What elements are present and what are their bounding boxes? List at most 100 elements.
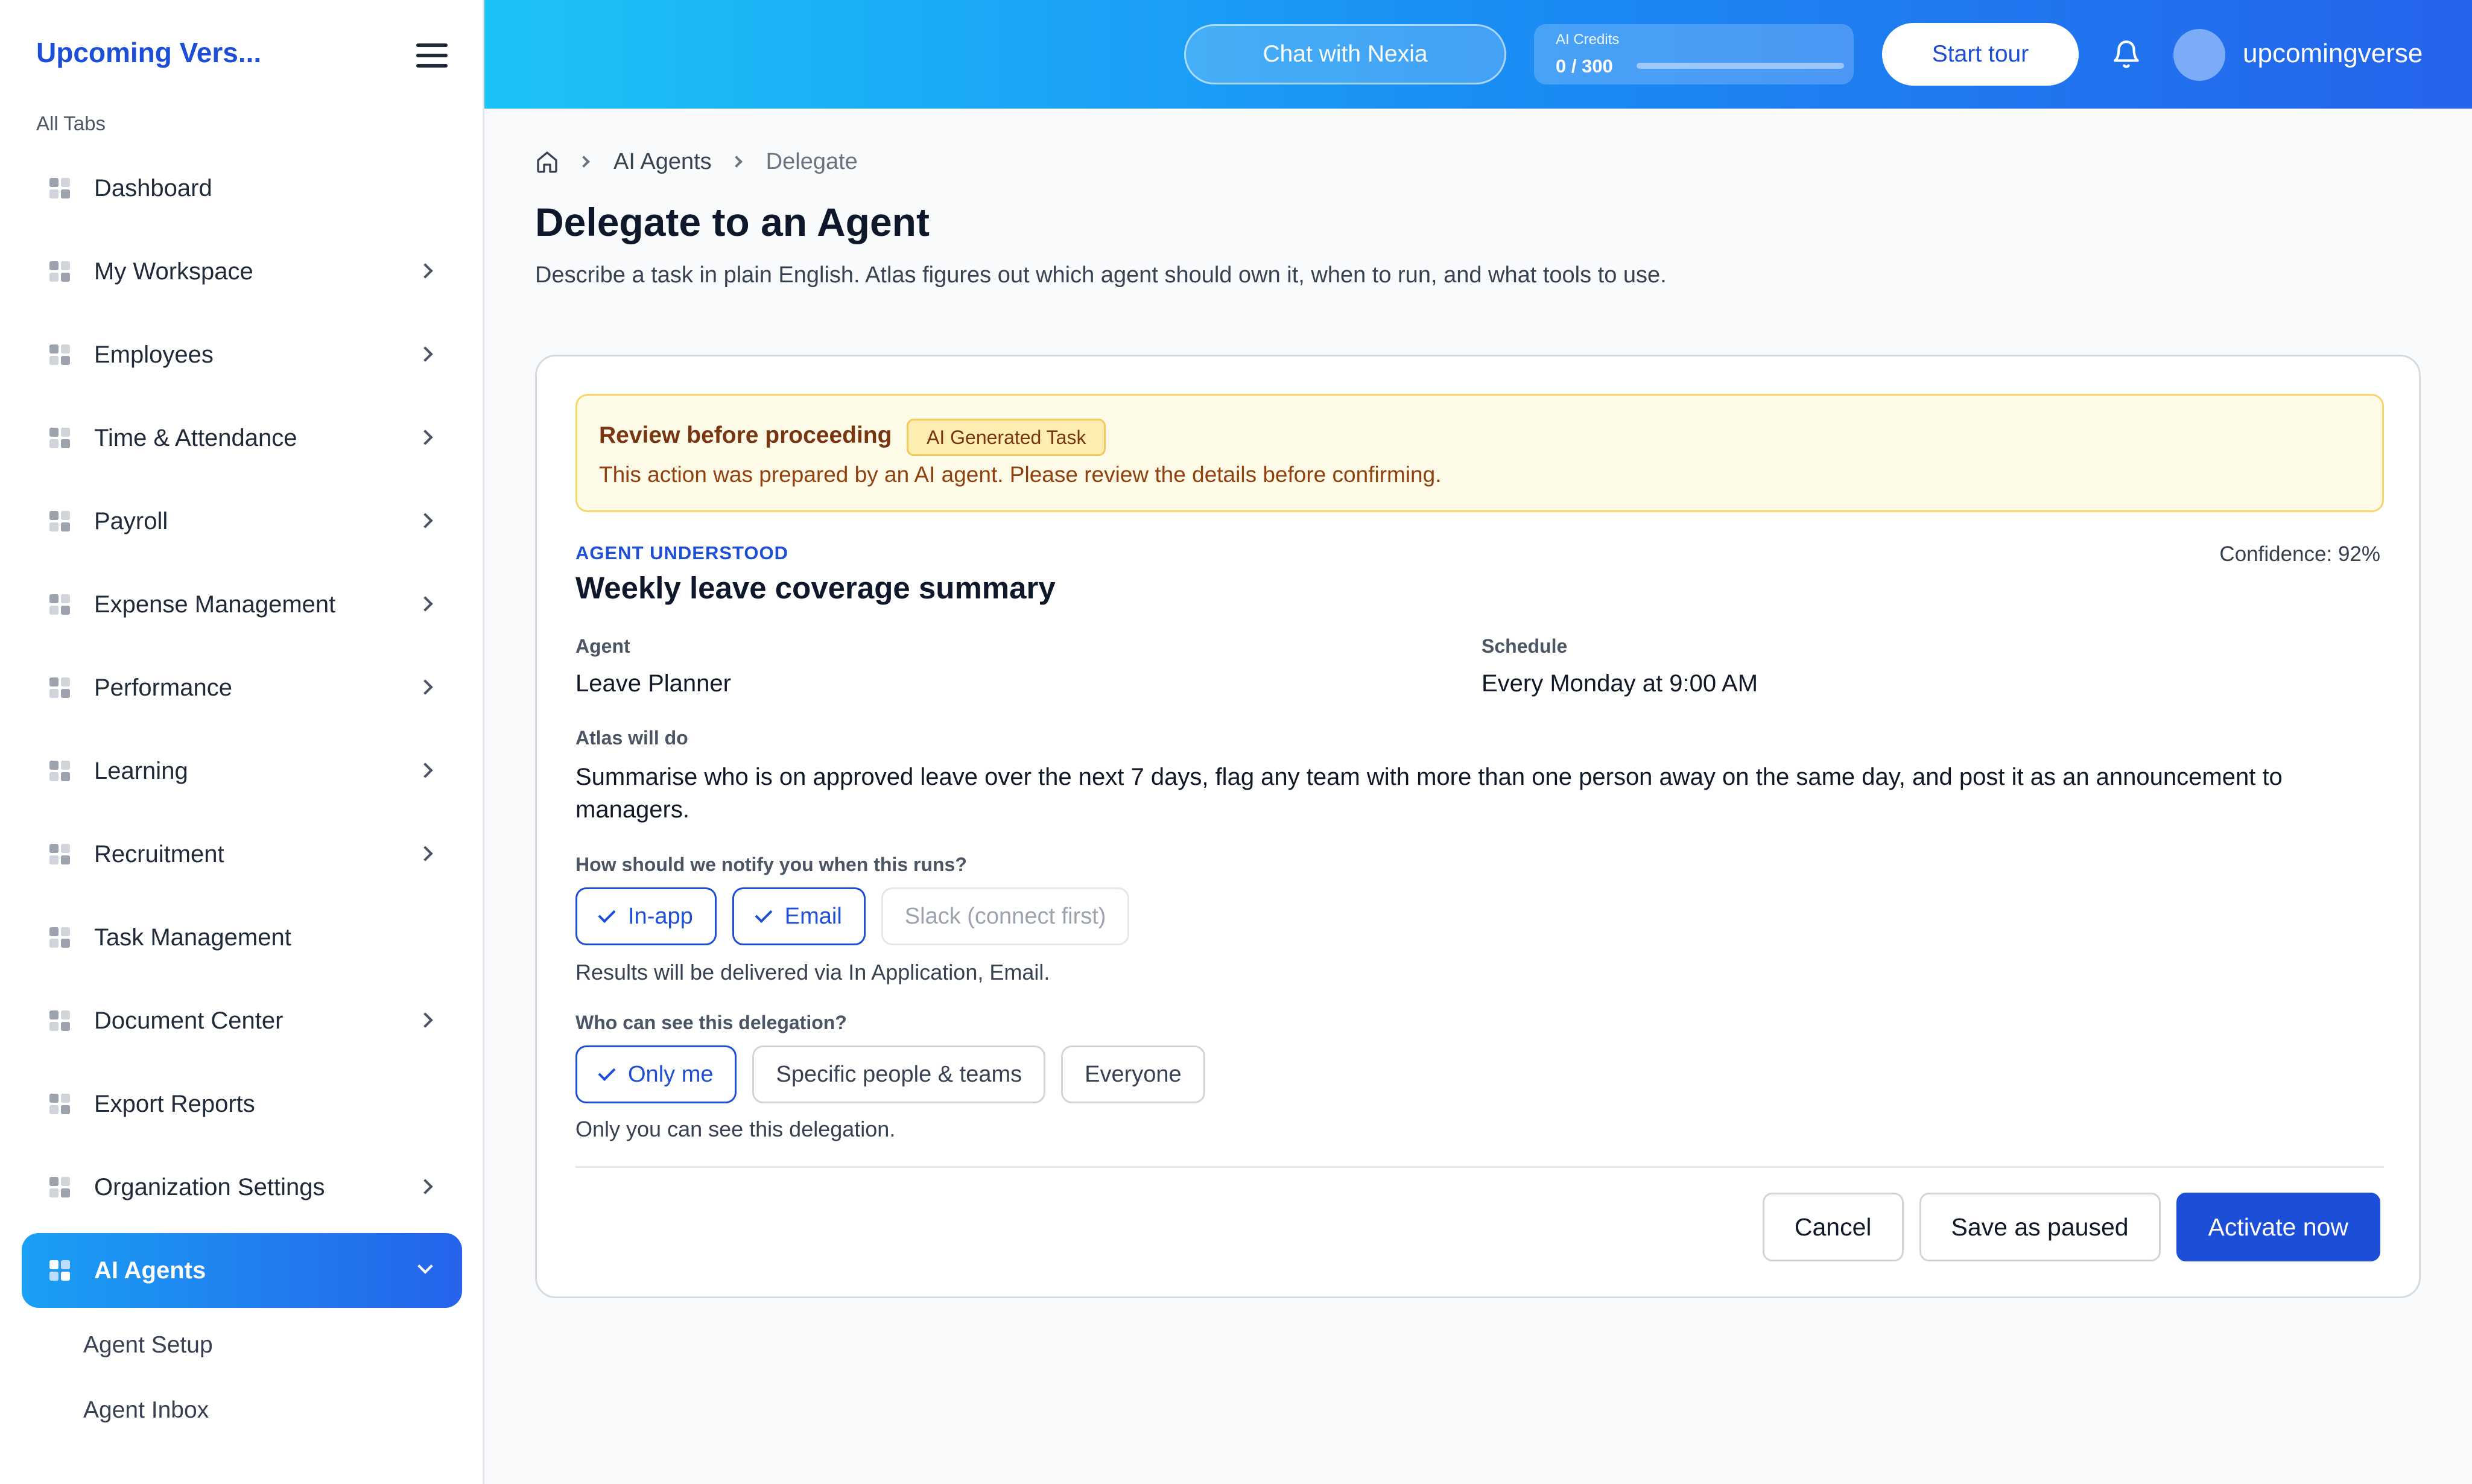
confidence-score: Confidence: 92% xyxy=(2219,542,2380,566)
chip-label: Email xyxy=(784,903,842,929)
chip-label: Specific people & teams xyxy=(776,1061,1022,1087)
divider xyxy=(575,1166,2384,1168)
review-text: This action was prepared by an AI agent.… xyxy=(599,462,1442,487)
page-title: Delegate to an Agent xyxy=(535,200,930,244)
sidebar-item-expense-management[interactable]: Expense Management xyxy=(22,567,462,642)
sidebar-item-label: Task Management xyxy=(94,924,291,951)
sidebar-item-time-attendance[interactable]: Time & Attendance xyxy=(22,401,462,475)
sidebar-item-label: AI Agents xyxy=(94,1257,206,1284)
notify-slack-chip: Slack (connect first) xyxy=(881,887,1130,945)
ai-credits-progress xyxy=(1637,63,1844,69)
sidebar-item-export-reports[interactable]: Export Reports xyxy=(22,1067,462,1141)
chevron-right-icon xyxy=(417,846,433,861)
visibility-question: Who can see this delegation? xyxy=(575,1012,847,1033)
chevron-right-icon xyxy=(417,1012,433,1028)
grid-icon xyxy=(49,428,70,448)
grid-icon xyxy=(49,594,70,615)
chip-label: Everyone xyxy=(1085,1061,1182,1087)
sidebar-subitem-agent-inbox[interactable]: Agent Inbox xyxy=(83,1390,213,1455)
grid-icon xyxy=(49,844,70,864)
check-icon xyxy=(598,905,616,923)
sidebar-item-label: Expense Management xyxy=(94,591,336,618)
agent-label: Agent xyxy=(575,635,630,657)
sidebar-item-label: Learning xyxy=(94,757,188,784)
page-description: Describe a task in plain English. Atlas … xyxy=(535,262,1667,288)
grid-icon xyxy=(49,1010,70,1031)
grid-icon xyxy=(49,761,70,781)
agent-value: Leave Planner xyxy=(575,670,731,697)
cancel-button[interactable]: Cancel xyxy=(1762,1193,1904,1261)
sidebar-item-label: Payroll xyxy=(94,507,168,534)
grid-icon xyxy=(49,344,70,365)
chevron-right-icon xyxy=(417,1179,433,1194)
sidebar-item-label: Performance xyxy=(94,674,232,701)
sidebar-item-label: Dashboard xyxy=(94,174,212,201)
grid-icon xyxy=(49,927,70,948)
sidebar-item-label: Export Reports xyxy=(94,1090,255,1117)
chevron-right-icon xyxy=(417,513,433,528)
ai-credits-widget: AI Credits 0 / 300 xyxy=(1534,24,1854,84)
grid-icon xyxy=(49,677,70,698)
chevron-right-icon xyxy=(417,596,433,612)
sidebar-item-label: Time & Attendance xyxy=(94,424,297,451)
grid-icon xyxy=(49,1094,70,1114)
sidebar-item-task-management[interactable]: Task Management xyxy=(22,900,462,975)
sidebar-item-my-workspace[interactable]: My Workspace xyxy=(22,234,462,309)
breadcrumb: AI Agents Delegate xyxy=(535,145,858,179)
sidebar-item-employees[interactable]: Employees xyxy=(22,317,462,392)
home-icon[interactable] xyxy=(535,150,559,174)
sidebar-item-label: Employees xyxy=(94,341,214,368)
task-title: Weekly leave coverage summary xyxy=(575,571,1056,605)
agent-understood-label: AGENT UNDERSTOOD xyxy=(575,542,789,563)
visibility-only-me-chip[interactable]: Only me xyxy=(575,1045,737,1103)
visibility-specific-chip[interactable]: Specific people & teams xyxy=(752,1045,1046,1103)
chevron-right-icon xyxy=(417,346,433,362)
avatar[interactable] xyxy=(2173,29,2225,81)
sidebar-item-performance[interactable]: Performance xyxy=(22,650,462,725)
sidebar-item-learning[interactable]: Learning xyxy=(22,734,462,808)
breadcrumb-ai-agents[interactable]: AI Agents xyxy=(613,149,712,175)
brand-name[interactable]: Upcoming Vers... xyxy=(36,36,261,69)
visibility-hint: Only you can see this delegation. xyxy=(575,1117,896,1141)
sidebar-item-label: Recruitment xyxy=(94,840,224,867)
sidebar-item-recruitment[interactable]: Recruitment xyxy=(22,817,462,892)
sidebar-item-document-center[interactable]: Document Center xyxy=(22,983,462,1058)
action-buttons: Cancel Save as paused Activate now xyxy=(1762,1193,2380,1261)
grid-icon xyxy=(49,178,70,198)
notify-options: In-app Email Slack (connect first) xyxy=(575,887,1130,945)
bell-icon[interactable] xyxy=(2111,37,2141,71)
grid-icon xyxy=(49,261,70,282)
save-as-paused-button[interactable]: Save as paused xyxy=(1919,1193,2161,1261)
username[interactable]: upcomingverse xyxy=(2243,39,2423,69)
chevron-right-icon xyxy=(417,679,433,695)
top-bar: Chat with Nexia AI Credits 0 / 300 Start… xyxy=(484,0,2472,109)
grid-icon xyxy=(49,1260,70,1281)
sidebar-item-payroll[interactable]: Payroll xyxy=(22,484,462,559)
ai-generated-badge: AI Generated Task xyxy=(907,419,1106,456)
review-title: Review before proceeding xyxy=(599,422,892,448)
atlas-will-do-label: Atlas will do xyxy=(575,727,688,749)
notify-hint: Results will be delivered via In Applica… xyxy=(575,960,1050,985)
notify-email-chip[interactable]: Email xyxy=(732,887,866,945)
sidebar-subitem-agent-setup[interactable]: Agent Setup xyxy=(83,1325,213,1390)
schedule-label: Schedule xyxy=(1482,635,1568,657)
visibility-everyone-chip[interactable]: Everyone xyxy=(1061,1045,1205,1103)
activate-now-button[interactable]: Activate now xyxy=(2176,1193,2380,1261)
notify-question: How should we notify you when this runs? xyxy=(575,854,967,875)
sidebar-item-dashboard[interactable]: Dashboard xyxy=(22,151,462,226)
menu-toggle-icon[interactable] xyxy=(416,43,448,68)
grid-icon xyxy=(49,511,70,531)
breadcrumb-delegate: Delegate xyxy=(765,148,858,174)
sidebar-item-ai-agents[interactable]: AI Agents xyxy=(22,1233,462,1308)
notify-in-app-chip[interactable]: In-app xyxy=(575,887,717,945)
sidebar-item-label: Document Center xyxy=(94,1007,284,1034)
visibility-options: Only me Specific people & teams Everyone xyxy=(575,1045,1205,1103)
chat-with-nexia-button[interactable]: Chat with Nexia xyxy=(1184,24,1506,84)
sidebar-item-label: Organization Settings xyxy=(94,1173,325,1200)
ai-credits-label: AI Credits xyxy=(1556,31,1620,48)
delegation-card: Review before proceeding AI Generated Ta… xyxy=(535,355,2421,1298)
sidebar-item-organization-settings[interactable]: Organization Settings xyxy=(22,1150,462,1225)
chevron-right-icon xyxy=(578,156,590,168)
start-tour-button[interactable]: Start tour xyxy=(1882,23,2079,86)
sidebar-item-label: My Workspace xyxy=(94,258,253,285)
